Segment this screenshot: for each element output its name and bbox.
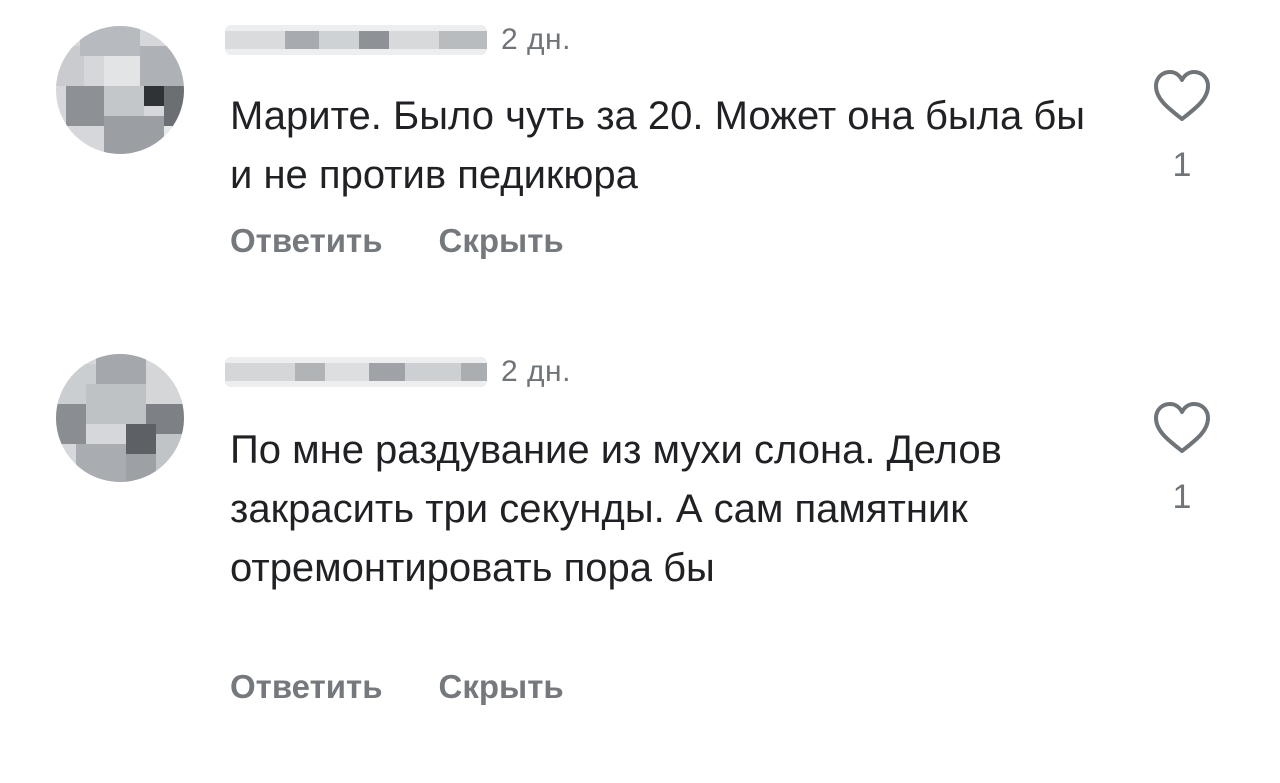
comment-text: По мне раздувание из мухи слона. Делов з… [230, 428, 1002, 590]
like-control: 1 [1150, 68, 1214, 185]
like-count: 1 [1172, 478, 1192, 516]
comment-item: 2 дн. Марите. Было чуть за 20. Может она… [0, 0, 1280, 300]
reply-button[interactable]: Ответить [230, 222, 383, 260]
like-control: 1 [1150, 400, 1214, 517]
author-name-obscured[interactable] [225, 25, 487, 55]
hide-button[interactable]: Скрыть [439, 668, 564, 706]
author-name-obscured[interactable] [225, 357, 487, 387]
like-count: 1 [1172, 146, 1192, 184]
comment-text: Марите. Было чуть за 20. Может она была … [230, 94, 1086, 197]
comment-timestamp: 2 дн. [501, 23, 571, 56]
avatar[interactable] [56, 26, 184, 154]
comment-item: 2 дн. По мне раздувание из мухи слона. Д… [0, 330, 1280, 760]
heart-outline-icon[interactable] [1150, 68, 1214, 124]
author-line: 2 дн. [225, 352, 571, 392]
hide-button[interactable]: Скрыть [439, 222, 564, 260]
comment-actions: Ответить Скрыть [230, 222, 564, 260]
reply-button[interactable]: Ответить [230, 668, 383, 706]
comment-timestamp: 2 дн. [501, 355, 571, 388]
comment-actions: Ответить Скрыть [230, 668, 564, 706]
avatar[interactable] [56, 354, 184, 482]
heart-outline-icon[interactable] [1150, 400, 1214, 456]
author-line: 2 дн. [225, 20, 571, 60]
